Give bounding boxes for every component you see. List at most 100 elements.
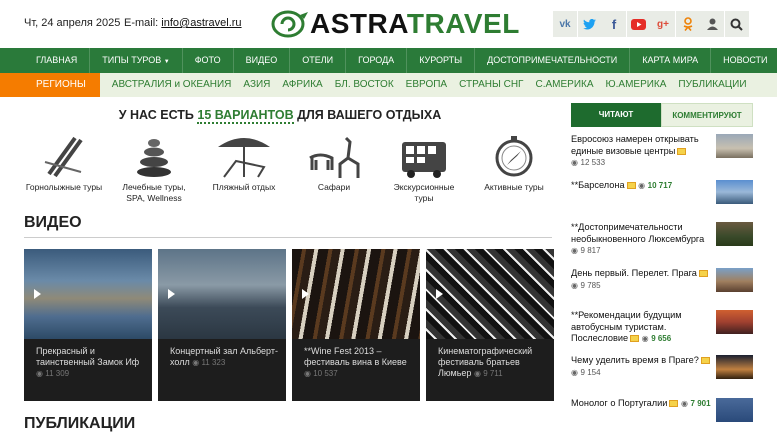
video-card[interactable]: **Wine Fest 2013 – фестиваль вина в Киев…: [292, 249, 420, 401]
video-views: ◉ 9 711: [474, 369, 503, 378]
news-title: День первый. Перелет. Прага: [571, 268, 697, 278]
play-icon: [34, 289, 41, 299]
tour-label: Сафари: [317, 182, 351, 192]
news-title: **Барселона: [571, 180, 625, 190]
search-icon[interactable]: [724, 11, 749, 37]
eye-icon: ◉: [571, 367, 578, 377]
current-date: Чт, 24 апреля 2025: [24, 17, 121, 29]
news-views: 9 656: [651, 334, 672, 343]
eye-icon: ◉: [571, 280, 578, 290]
nav-regions[interactable]: РЕГИОНЫ: [0, 73, 100, 97]
variants-heading: У НАС ЕСТЬ 15 ВАРИАНТОВ ДЛЯ ВАШЕГО ОТДЫХ…: [0, 108, 560, 124]
odnoklassniki-icon[interactable]: [675, 11, 700, 37]
nav-region-australia[interactable]: АВСТРАЛИЯ и ОКЕАНИЯ: [100, 73, 238, 97]
nav-publications[interactable]: ПУБЛИКАЦИИ: [672, 73, 752, 97]
video-views-count: 9 711: [483, 369, 503, 378]
logo-text-travel: TRAVEL: [406, 8, 520, 39]
nav-item-hotels[interactable]: ОТЕЛИ: [290, 48, 347, 73]
vk-icon[interactable]: vk: [553, 11, 577, 37]
compass-icon: [495, 136, 533, 177]
news-views: 10 717: [647, 181, 673, 190]
video-views: ◉ 10 537: [304, 369, 338, 378]
social-bar: vk f g+: [553, 11, 749, 37]
email-link[interactable]: info@astravel.ru: [161, 17, 241, 29]
photo-icon: [669, 400, 679, 408]
nav-region-asia[interactable]: АЗИЯ: [237, 73, 276, 97]
nav-item-world-map[interactable]: КАРТА МИРА: [630, 48, 712, 73]
news-thumbnail: [716, 355, 753, 379]
tour-active[interactable]: Активные туры: [474, 132, 554, 204]
tab-reading[interactable]: ЧИТАЮТ: [571, 103, 661, 127]
tour-excursion[interactable]: Экскурсионные туры: [384, 132, 464, 204]
variants-text-c: ДЛЯ ВАШЕГО ОТДЫХА: [293, 108, 442, 122]
site-logo[interactable]: ASTRATRAVEL: [270, 8, 520, 40]
nav-item-resorts[interactable]: КУРОРТЫ: [407, 48, 476, 73]
tour-label: Пляжный отдых: [212, 182, 276, 192]
tour-label: Лечебные туры, SPA, Wellness: [122, 182, 186, 203]
email-label: E-mail:: [124, 17, 159, 29]
nav-region-europe[interactable]: ЕВРОПА: [400, 73, 453, 97]
news-views: 9 154: [580, 367, 601, 377]
nav-item-cities[interactable]: ГОРОДА: [346, 48, 408, 73]
variants-link[interactable]: 15 ВАРИАНТОВ: [197, 108, 294, 124]
youtube-icon[interactable]: [626, 11, 651, 37]
main-nav: ГЛАВНАЯ ТИПЫ ТУРОВ ▼ ФОТО ВИДЕО ОТЕЛИ ГО…: [0, 48, 777, 73]
video-card[interactable]: Кинематографический фестиваль братьев Лю…: [426, 249, 554, 401]
video-views-count: 11 309: [45, 369, 70, 378]
tab-commenting[interactable]: КОММЕНТИРУЮТ: [661, 103, 753, 127]
beach-umbrella-icon: [218, 138, 270, 178]
video-thumbnail: [158, 249, 286, 339]
news-views: 7 901: [690, 399, 711, 408]
nav-item-photo[interactable]: ФОТО: [183, 48, 234, 73]
nav-region-north-america[interactable]: С.АМЕРИКА: [529, 73, 599, 97]
eye-icon: ◉: [36, 369, 43, 378]
tour-safari[interactable]: Сафари: [294, 132, 374, 204]
news-views: 9 817: [580, 246, 601, 255]
nav-region-middle-east[interactable]: БЛ. ВОСТОК: [329, 73, 400, 97]
tour-types: Горнолыжные туры Лечебные туры, SPA, Wel…: [24, 132, 554, 204]
video-list: Прекрасный и таинственный Замок Иф ◉ 11 …: [24, 249, 560, 401]
sidebar-tabs: ЧИТАЮТ КОММЕНТИРУЮТ: [571, 103, 753, 127]
news-thumbnail: [716, 222, 753, 246]
eye-icon: ◉: [192, 358, 200, 367]
regions-nav: РЕГИОНЫ АВСТРАЛИЯ и ОКЕАНИЯ АЗИЯ АФРИКА …: [0, 73, 777, 97]
facebook-icon[interactable]: f: [602, 11, 626, 37]
photo-icon: [630, 335, 640, 343]
google-plus-icon[interactable]: g+: [651, 11, 675, 37]
nav-item-video[interactable]: ВИДЕО: [234, 48, 291, 73]
video-thumbnail: [24, 249, 152, 339]
eye-icon: ◉: [571, 158, 578, 167]
eye-icon: ◉: [638, 181, 646, 190]
news-title: Монолог о Португалии: [571, 398, 668, 408]
tour-label: Экскурсионные туры: [393, 182, 455, 203]
video-views-count: 11 323: [201, 358, 226, 367]
nav-region-south-america[interactable]: Ю.АМЕРИКА: [600, 73, 673, 97]
nav-item-news[interactable]: НОВОСТИ: [711, 48, 777, 73]
video-card[interactable]: Концертный зал Альберт-холл ◉ 11 323: [158, 249, 286, 401]
tour-ski[interactable]: Горнолыжные туры: [24, 132, 104, 204]
nav-item-sights[interactable]: ДОСТОПРИМЕЧАТЕЛЬНОСТИ: [475, 48, 631, 73]
tour-spa[interactable]: Лечебные туры, SPA, Wellness: [114, 132, 194, 204]
variants-text-a: У НАС ЕСТЬ: [118, 108, 198, 122]
spa-stones-icon: [137, 139, 171, 177]
twitter-icon[interactable]: [577, 11, 602, 37]
play-icon: [168, 289, 175, 299]
eye-icon: ◉: [304, 369, 311, 378]
nav-region-cis[interactable]: СТРАНЫ СНГ: [453, 73, 529, 97]
video-card[interactable]: Прекрасный и таинственный Замок Иф ◉ 11 …: [24, 249, 152, 401]
photo-icon: [700, 357, 710, 365]
news-title: **Достопримечательности необыкновенного …: [571, 222, 705, 244]
nav-item-tour-types[interactable]: ТИПЫ ТУРОВ ▼: [90, 48, 183, 73]
logo-text: ASTRATRAVEL: [310, 8, 520, 40]
divider: [24, 237, 552, 238]
play-icon: [436, 289, 443, 299]
user-icon[interactable]: [700, 11, 724, 37]
photo-icon: [698, 270, 708, 278]
nav-item-home[interactable]: ГЛАВНАЯ: [0, 48, 91, 73]
nav-region-africa[interactable]: АФРИКА: [276, 73, 328, 97]
tour-beach[interactable]: Пляжный отдых: [204, 132, 284, 204]
video-views: ◉ 11 309: [36, 369, 69, 378]
email-contact: E-mail: info@astravel.ru: [124, 17, 242, 29]
news-title: Чему уделить время в Праге?: [571, 355, 699, 365]
eye-icon: ◉: [473, 369, 481, 378]
